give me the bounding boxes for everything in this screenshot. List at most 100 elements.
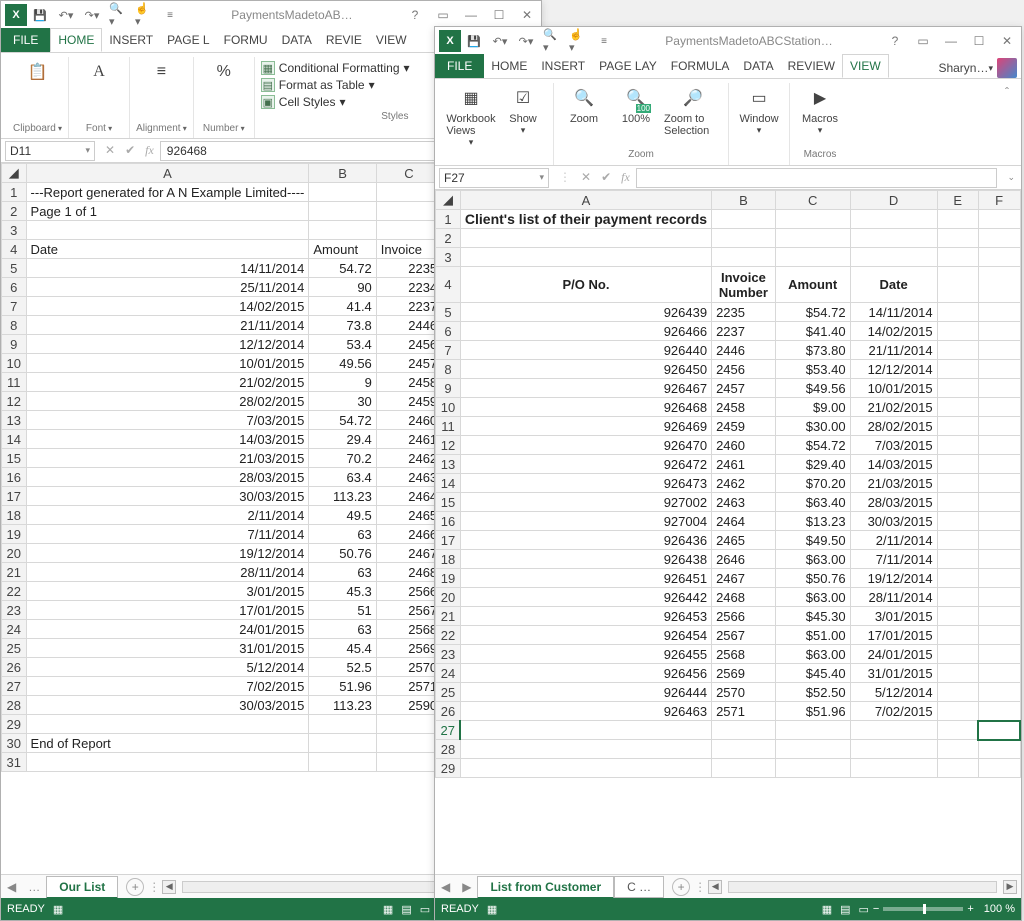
cell[interactable]: 24/01/2015 bbox=[26, 620, 309, 639]
row-header[interactable]: 25 bbox=[2, 639, 27, 658]
ribbon-tab-view[interactable]: VIEW bbox=[369, 28, 414, 52]
cell[interactable]: $73.80 bbox=[775, 341, 850, 360]
cell[interactable]: 2467 bbox=[376, 544, 441, 563]
sheet-nav-more[interactable]: … bbox=[22, 880, 46, 894]
cell[interactable]: 926442 bbox=[460, 588, 711, 607]
ribbon-display-icon[interactable]: ▭ bbox=[909, 29, 937, 53]
cell[interactable] bbox=[26, 221, 309, 240]
cell[interactable] bbox=[26, 715, 309, 734]
chevron-down-icon[interactable]: ▾ bbox=[85, 145, 90, 156]
cell[interactable]: 50.76 bbox=[309, 544, 376, 563]
cell[interactable] bbox=[937, 379, 978, 398]
cell[interactable]: $49.50 bbox=[775, 531, 850, 550]
qat-save-icon[interactable]: 💾 bbox=[465, 32, 483, 50]
cell[interactable] bbox=[712, 248, 776, 267]
cell[interactable]: 19/12/2014 bbox=[850, 569, 937, 588]
close-icon[interactable]: ✕ bbox=[993, 29, 1021, 53]
row-header[interactable]: 16 bbox=[436, 512, 461, 531]
cell[interactable] bbox=[309, 715, 376, 734]
cell[interactable]: $63.00 bbox=[775, 588, 850, 607]
col-header-C[interactable]: C bbox=[775, 191, 850, 210]
cell[interactable]: 927002 bbox=[460, 493, 711, 512]
cell[interactable] bbox=[937, 267, 978, 303]
qat-touch-icon[interactable]: ☝▾ bbox=[135, 6, 153, 24]
cell[interactable]: Amount bbox=[309, 240, 376, 259]
cell[interactable]: 31/01/2015 bbox=[850, 664, 937, 683]
row-header[interactable]: 13 bbox=[2, 411, 27, 430]
row-header[interactable]: 14 bbox=[436, 474, 461, 493]
paste-button[interactable]: 📋 bbox=[14, 57, 62, 87]
cell[interactable]: $52.50 bbox=[775, 683, 850, 702]
row-header[interactable]: 17 bbox=[2, 487, 27, 506]
cell[interactable] bbox=[850, 229, 937, 248]
cell[interactable] bbox=[978, 267, 1020, 303]
cancel-formula-icon[interactable]: ✕ bbox=[581, 170, 591, 185]
cell[interactable]: 2457 bbox=[712, 379, 776, 398]
clipboard-label[interactable]: Clipboard bbox=[13, 121, 62, 138]
row-header[interactable]: 21 bbox=[436, 607, 461, 626]
cell[interactable] bbox=[937, 210, 978, 229]
expand-formula-icon[interactable]: ⌄ bbox=[1001, 172, 1021, 183]
cell[interactable] bbox=[376, 183, 441, 202]
cell[interactable] bbox=[937, 531, 978, 550]
cell[interactable]: 45.3 bbox=[309, 582, 376, 601]
cell[interactable] bbox=[376, 202, 441, 221]
cell[interactable] bbox=[978, 379, 1020, 398]
cell[interactable]: 926451 bbox=[460, 569, 711, 588]
cell[interactable]: 2459 bbox=[712, 417, 776, 436]
row-header[interactable]: 6 bbox=[2, 278, 27, 297]
cell[interactable]: 2234 bbox=[376, 278, 441, 297]
cell[interactable]: 10/01/2015 bbox=[26, 354, 309, 373]
macro-rec-icon[interactable]: ▦ bbox=[53, 903, 63, 916]
cell[interactable]: 926463 bbox=[460, 702, 711, 721]
cell[interactable]: 2566 bbox=[712, 607, 776, 626]
row-header[interactable]: 26 bbox=[2, 658, 27, 677]
cell[interactable]: 51.96 bbox=[309, 677, 376, 696]
row-header[interactable]: 7 bbox=[2, 297, 27, 316]
cell[interactable]: 5/12/2014 bbox=[850, 683, 937, 702]
cell[interactable] bbox=[978, 493, 1020, 512]
cell[interactable]: 30/03/2015 bbox=[26, 696, 309, 715]
number-label[interactable]: Number bbox=[203, 121, 245, 138]
cell[interactable]: 2457 bbox=[376, 354, 441, 373]
ribbon-tab-formula[interactable]: FORMULA bbox=[664, 54, 737, 78]
cell[interactable]: 2568 bbox=[376, 620, 441, 639]
row-header[interactable]: 24 bbox=[436, 664, 461, 683]
cell[interactable]: 2468 bbox=[712, 588, 776, 607]
window-button[interactable]: ▭Window▾ bbox=[735, 83, 783, 136]
alignment-label[interactable]: Alignment bbox=[136, 121, 187, 138]
row-header[interactable]: 30 bbox=[2, 734, 27, 753]
cell[interactable]: 28/11/2014 bbox=[850, 588, 937, 607]
qat-customize-icon[interactable]: ≡ bbox=[161, 6, 179, 24]
ribbon-display-icon[interactable]: ▭ bbox=[429, 3, 457, 27]
cell[interactable] bbox=[978, 759, 1020, 778]
row-header[interactable]: 15 bbox=[2, 449, 27, 468]
row-header[interactable]: 26 bbox=[436, 702, 461, 721]
qat-redo-icon[interactable]: ↷▾ bbox=[83, 6, 101, 24]
row-header[interactable]: 14 bbox=[2, 430, 27, 449]
cell[interactable]: $30.00 bbox=[775, 417, 850, 436]
qat-customize-icon[interactable]: ≡ bbox=[595, 32, 613, 50]
row-header[interactable]: 11 bbox=[436, 417, 461, 436]
cell[interactable]: 926436 bbox=[460, 531, 711, 550]
row-header[interactable]: 1 bbox=[436, 210, 461, 229]
help-icon[interactable]: ? bbox=[881, 29, 909, 53]
row-header[interactable]: 2 bbox=[436, 229, 461, 248]
cell[interactable]: 45.4 bbox=[309, 639, 376, 658]
cell[interactable] bbox=[978, 626, 1020, 645]
cell[interactable]: 29.4 bbox=[309, 430, 376, 449]
cell[interactable] bbox=[978, 210, 1020, 229]
cell[interactable] bbox=[850, 740, 937, 759]
cell[interactable]: 63.4 bbox=[309, 468, 376, 487]
row-header[interactable]: 20 bbox=[436, 588, 461, 607]
row-header[interactable]: 12 bbox=[436, 436, 461, 455]
row-header[interactable]: 8 bbox=[436, 360, 461, 379]
zoom-level[interactable]: 100 % bbox=[984, 903, 1015, 915]
cell[interactable]: 926466 bbox=[460, 322, 711, 341]
file-tab[interactable]: FILE bbox=[1, 28, 50, 52]
row-header[interactable]: 4 bbox=[2, 240, 27, 259]
cell[interactable] bbox=[775, 210, 850, 229]
cell[interactable]: 2566 bbox=[376, 582, 441, 601]
cell[interactable]: $41.40 bbox=[775, 322, 850, 341]
cell[interactable]: 25/11/2014 bbox=[26, 278, 309, 297]
